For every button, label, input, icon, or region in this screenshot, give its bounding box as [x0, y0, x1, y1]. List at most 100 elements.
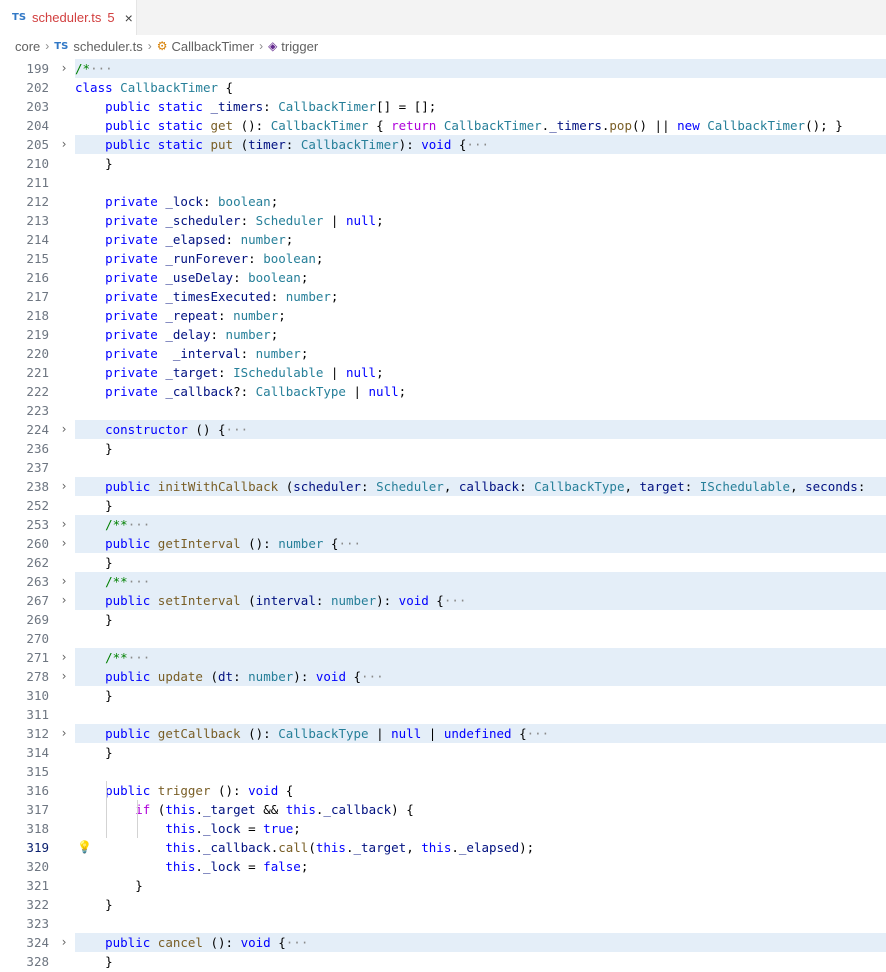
code-line[interactable]: 211 — [0, 173, 886, 192]
code-line[interactable]: 253 › /**··· — [0, 515, 886, 534]
code-line[interactable]: 202 class CallbackTimer { — [0, 78, 886, 97]
code-text[interactable]: public update (dt: number): void {··· — [75, 667, 886, 686]
chevron-right-icon[interactable]: › — [58, 667, 70, 686]
code-line[interactable]: 320 this._lock = false; — [0, 857, 886, 876]
code-text[interactable]: private _runForever: boolean; — [75, 249, 886, 268]
code-line[interactable]: 311 — [0, 705, 886, 724]
code-text[interactable] — [75, 173, 886, 192]
code-line[interactable]: 205 › public static put (timer: CallbackT… — [0, 135, 886, 154]
code-line[interactable]: 270 — [0, 629, 886, 648]
code-line[interactable]: 220 private _interval: number; — [0, 344, 886, 363]
code-text[interactable]: private _callback?: CallbackType | null; — [75, 382, 886, 401]
code-text[interactable]: } — [75, 496, 886, 515]
code-line[interactable]: 312 › public getCallback (): CallbackType… — [0, 724, 886, 743]
code-line[interactable]: 217 private _timesExecuted: number; — [0, 287, 886, 306]
code-text[interactable]: private _elapsed: number; — [75, 230, 886, 249]
code-text[interactable]: constructor () {··· — [75, 420, 886, 439]
chevron-right-icon[interactable]: › — [58, 933, 70, 952]
code-text[interactable]: private _timesExecuted: number; — [75, 287, 886, 306]
code-text[interactable]: /**··· — [75, 572, 886, 591]
code-text[interactable]: if (this._target && this._callback) { — [75, 800, 886, 819]
code-line[interactable]: 321 } — [0, 876, 886, 895]
code-text[interactable]: } — [75, 439, 886, 458]
code-line[interactable]: 222 private _callback?: CallbackType | n… — [0, 382, 886, 401]
chevron-right-icon[interactable]: › — [58, 515, 70, 534]
chevron-right-icon[interactable]: › — [58, 648, 70, 667]
code-line[interactable]: 323 — [0, 914, 886, 933]
code-text[interactable]: this._callback.call(this._target, this._… — [75, 838, 886, 857]
code-line[interactable]: 271 › /**··· — [0, 648, 886, 667]
code-line[interactable]: 223 — [0, 401, 886, 420]
code-line[interactable]: 214 private _elapsed: number; — [0, 230, 886, 249]
code-line[interactable]: 215 private _runForever: boolean; — [0, 249, 886, 268]
code-line[interactable]: 203 public static _timers: CallbackTimer… — [0, 97, 886, 116]
code-line[interactable]: 269 } — [0, 610, 886, 629]
chevron-right-icon[interactable]: › — [58, 135, 70, 154]
code-text[interactable]: } — [75, 686, 886, 705]
code-text[interactable]: private _interval: number; — [75, 344, 886, 363]
code-text[interactable] — [75, 705, 886, 724]
breadcrumb-folder[interactable]: core — [15, 39, 40, 54]
code-line[interactable]: 316 public trigger (): void { — [0, 781, 886, 800]
code-line[interactable]: 317 if (this._target && this._callback) … — [0, 800, 886, 819]
code-text[interactable]: } — [75, 743, 886, 762]
code-text[interactable]: public trigger (): void { — [75, 781, 886, 800]
code-line[interactable]: 267 › public setInterval (interval: numbe… — [0, 591, 886, 610]
code-line[interactable]: 237 — [0, 458, 886, 477]
lightbulb-icon[interactable]: 💡 — [77, 838, 92, 857]
code-text[interactable]: } — [75, 553, 886, 572]
close-icon[interactable]: × — [125, 10, 133, 26]
code-text[interactable]: /**··· — [75, 515, 886, 534]
chevron-right-icon[interactable]: › — [58, 420, 70, 439]
code-text[interactable]: private _target: ISchedulable | null; — [75, 363, 886, 382]
code-text[interactable]: public cancel (): void {··· — [75, 933, 886, 952]
code-line[interactable]: 319 this._callback.call(this._target, th… — [0, 838, 886, 857]
code-line[interactable]: 218 private _repeat: number; — [0, 306, 886, 325]
breadcrumb-file[interactable]: scheduler.ts — [73, 39, 142, 54]
code-text[interactable]: } — [75, 610, 886, 629]
code-line[interactable]: 262 } — [0, 553, 886, 572]
code-text[interactable]: public static _timers: CallbackTimer[] =… — [75, 97, 886, 116]
code-text[interactable] — [75, 914, 886, 933]
code-text[interactable]: this._lock = false; — [75, 857, 886, 876]
code-text[interactable]: private _delay: number; — [75, 325, 886, 344]
code-line[interactable]: 238 › public initWithCallback (scheduler:… — [0, 477, 886, 496]
code-text[interactable]: public getInterval (): number {··· — [75, 534, 886, 553]
code-line[interactable]: 199 › /*··· — [0, 59, 886, 78]
code-line[interactable]: 328 } — [0, 952, 886, 971]
code-line[interactable]: 224 › constructor () {··· — [0, 420, 886, 439]
breadcrumb-class[interactable]: CallbackTimer — [171, 39, 254, 54]
code-line[interactable]: 260 › public getInterval (): number {··· — [0, 534, 886, 553]
code-text[interactable]: public initWithCallback (scheduler: Sche… — [75, 477, 886, 496]
code-text[interactable]: private _useDelay: boolean; — [75, 268, 886, 287]
code-line[interactable]: 216 private _useDelay: boolean; — [0, 268, 886, 287]
code-text[interactable] — [75, 458, 886, 477]
code-line[interactable]: 252 } — [0, 496, 886, 515]
code-text[interactable]: public getCallback (): CallbackType | nu… — [75, 724, 886, 743]
code-line[interactable]: 263 › /**··· — [0, 572, 886, 591]
code-text[interactable]: private _scheduler: Scheduler | null; — [75, 211, 886, 230]
code-line[interactable]: 210 } — [0, 154, 886, 173]
code-line[interactable]: 310 } — [0, 686, 886, 705]
chevron-right-icon[interactable]: › — [58, 572, 70, 591]
code-line[interactable]: 219 private _delay: number; — [0, 325, 886, 344]
code-line[interactable]: 213 private _scheduler: Scheduler | null… — [0, 211, 886, 230]
code-text[interactable]: public static put (timer: CallbackTimer)… — [75, 135, 886, 154]
code-text[interactable]: private _lock: boolean; — [75, 192, 886, 211]
code-text[interactable]: private _repeat: number; — [75, 306, 886, 325]
code-line[interactable]: 221 private _target: ISchedulable | null… — [0, 363, 886, 382]
chevron-right-icon[interactable]: › — [58, 724, 70, 743]
code-text[interactable]: } — [75, 895, 886, 914]
chevron-right-icon[interactable]: › — [58, 534, 70, 553]
code-line[interactable]: 324 › public cancel (): void {··· — [0, 933, 886, 952]
code-editor[interactable]: 199 ›/*··· 202 class CallbackTimer {203 pub… — [0, 59, 886, 972]
code-text[interactable]: this._lock = true; — [75, 819, 886, 838]
chevron-right-icon[interactable]: › — [58, 591, 70, 610]
code-text[interactable]: class CallbackTimer { — [75, 78, 886, 97]
tab-scheduler-ts[interactable]: TS scheduler.ts 5 × — [0, 0, 137, 35]
code-text[interactable]: } — [75, 952, 886, 971]
code-text[interactable]: public static get (): CallbackTimer { re… — [75, 116, 886, 135]
code-line[interactable]: 278 › public update (dt: number): void {·… — [0, 667, 886, 686]
code-text[interactable] — [75, 629, 886, 648]
code-text[interactable] — [75, 401, 886, 420]
